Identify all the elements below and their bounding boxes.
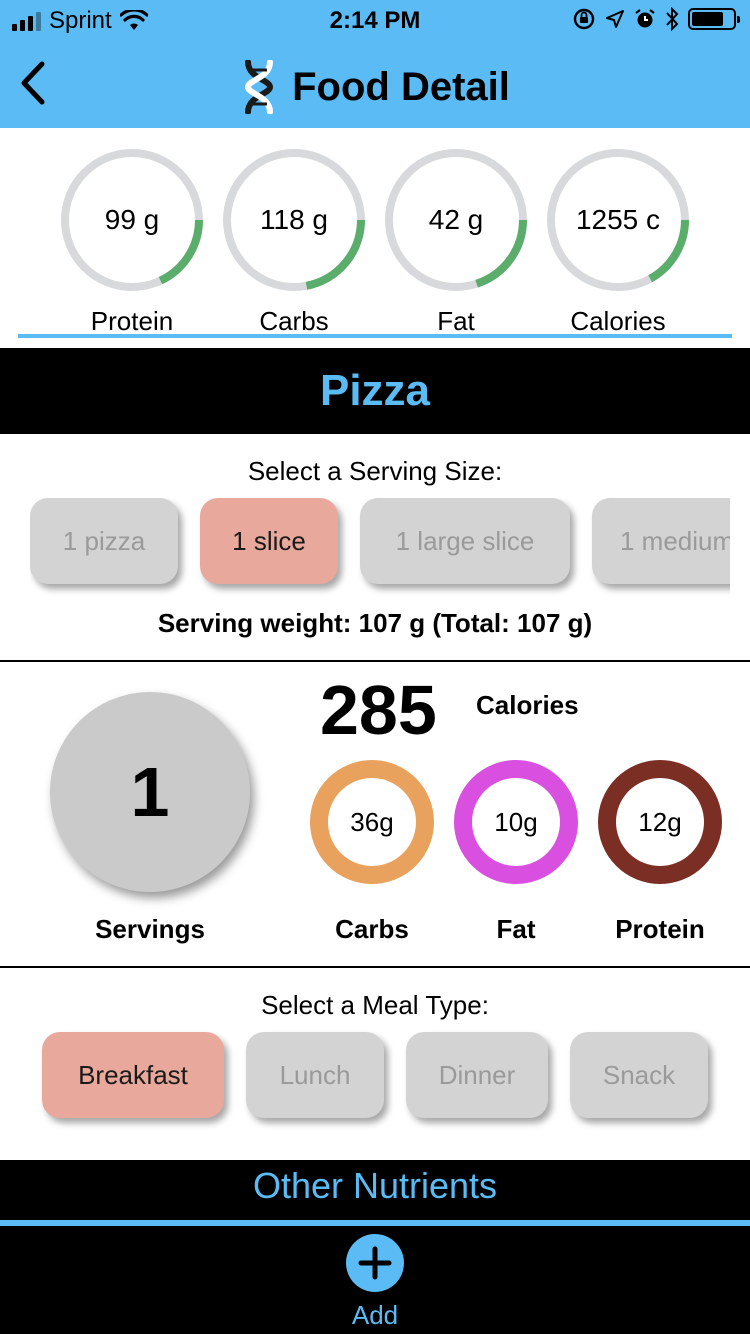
macro-value: 118 g xyxy=(260,204,328,235)
macro-label: Fat xyxy=(437,306,475,336)
meal-option-breakfast[interactable]: Breakfast xyxy=(42,1032,224,1118)
food-macro-value: 10g xyxy=(494,806,538,837)
macro-value: 99 g xyxy=(104,204,160,235)
macro-value: 1255 c xyxy=(575,204,661,235)
serving-option-1-pizza[interactable]: 1 pizza xyxy=(30,498,178,584)
orientation-lock-icon xyxy=(573,8,595,30)
macro-ring-calories: 1255 c Calories xyxy=(542,144,694,337)
other-nutrients-bar[interactable]: Other Nutrients xyxy=(0,1160,750,1220)
macro-label: Carbs xyxy=(259,306,329,336)
macros-divider xyxy=(18,334,732,338)
nav-title: Food Detail xyxy=(0,60,750,114)
dna-icon xyxy=(245,60,274,114)
status-bar: Sprint 2:14 PM xyxy=(0,0,750,40)
navigation-bar: Food Detail xyxy=(0,40,750,128)
macro-value: 42 g xyxy=(428,204,484,235)
daily-macros: 99 g Protein 118 g Carbs 42 g Fat 1255 c Calori… xyxy=(0,128,750,348)
meal-type-label: Select a Meal Type: xyxy=(261,990,489,1020)
bluetooth-icon xyxy=(666,7,679,31)
status-right xyxy=(572,7,740,31)
serving-option-1-slice[interactable]: 1 slice xyxy=(200,498,338,584)
meal-option-lunch[interactable]: Lunch xyxy=(246,1032,384,1118)
page-title: Food Detail xyxy=(292,64,510,109)
serving-size-section: Select a Serving Size: 1 pizza 1 slice 1… xyxy=(0,434,750,662)
macro-label: Calories xyxy=(570,306,666,336)
plus-icon xyxy=(358,1246,392,1280)
serving-size-label: Select a Serving Size: xyxy=(247,456,503,486)
food-macro-value: 36g xyxy=(350,806,394,837)
alarm-icon xyxy=(635,9,655,28)
macro-ring-fat: 42 g Fat xyxy=(380,144,532,337)
location-icon xyxy=(606,10,624,28)
top-bar: Sprint 2:14 PM Food Detail xyxy=(0,0,750,128)
food-macro-value: 12g xyxy=(638,806,682,837)
servings-label: Servings xyxy=(95,914,205,944)
add-button[interactable] xyxy=(346,1234,404,1292)
add-label[interactable]: Add xyxy=(0,1300,750,1331)
meal-option-dinner[interactable]: Dinner xyxy=(406,1032,548,1118)
macro-ring-protein: 99 g Protein xyxy=(56,144,208,337)
calories-label: Calories xyxy=(476,690,579,720)
food-macro-label: Carbs xyxy=(335,914,409,944)
macro-label: Protein xyxy=(90,306,174,336)
bottom-bar: Add xyxy=(0,1226,750,1334)
food-macro-ring-carbs: 36g xyxy=(310,760,434,884)
calories-value: 285 xyxy=(320,671,437,749)
meal-option-snack[interactable]: Snack xyxy=(570,1032,708,1118)
meal-type-section: Select a Meal Type: Breakfast Lunch Dinn… xyxy=(0,968,750,1160)
food-macro-ring-protein: 12g xyxy=(598,760,722,884)
food-macro-ring-fat: 10g xyxy=(454,760,578,884)
food-title-bar: Pizza xyxy=(0,348,750,434)
battery-icon xyxy=(688,8,740,30)
servings-selector[interactable]: 1 xyxy=(50,692,250,892)
other-nutrients-title[interactable]: Other Nutrients xyxy=(253,1165,497,1206)
food-name: Pizza xyxy=(319,366,431,415)
serving-option-1-medium[interactable]: 1 medium xyxy=(592,498,730,584)
serving-size-options[interactable]: 1 pizza 1 slice 1 large slice 1 medium xyxy=(30,498,730,598)
macro-ring-carbs: 118 g Carbs xyxy=(218,144,370,337)
serving-option-1-large-slice[interactable]: 1 large slice xyxy=(360,498,570,584)
food-macro-label: Protein xyxy=(615,914,705,944)
serving-weight: Serving weight: 107 g (Total: 107 g) xyxy=(157,608,593,638)
nutrition-summary: 1 Servings 285 Calories 36g Carbs 10g Fat 12… xyxy=(0,662,750,968)
food-macro-label: Fat xyxy=(496,914,536,944)
